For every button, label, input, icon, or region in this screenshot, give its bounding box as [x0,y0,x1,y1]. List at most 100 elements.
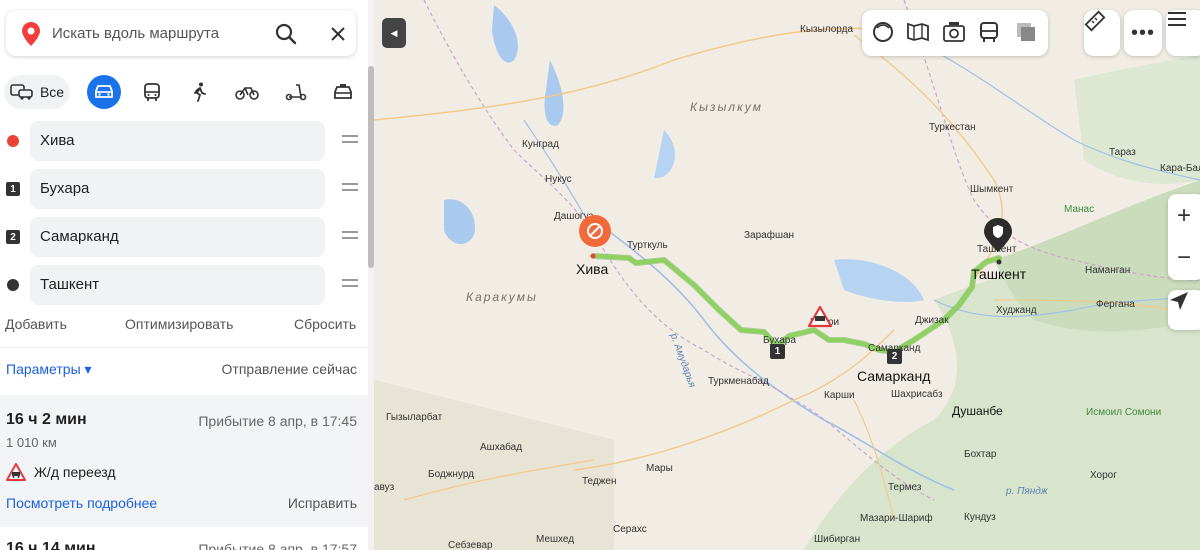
city-label: Теджен [582,476,617,487]
location-arrow-icon [1170,292,1188,310]
drag-handle-icon[interactable] [342,135,358,147]
city-label: Душанбе [952,404,1003,418]
mode-taxi-button[interactable] [326,75,360,109]
city-label: Гызыларбат [386,412,443,423]
mode-all-button[interactable]: Все [4,75,70,109]
city-label: Себзевар [448,540,493,550]
lake [444,199,475,245]
city-label: Тараз [1109,147,1136,158]
route-params-row: Параметры ▾ Отправление сейчас [0,361,368,381]
zoom-out-button[interactable]: − [1168,238,1200,278]
layer-photo-button[interactable] [942,20,968,46]
search-along-route-input[interactable] [52,18,262,48]
route-warning: Ж/д переезд [6,463,116,481]
more-options-button[interactable]: ••• [1124,10,1162,56]
car-bus-icon [10,84,33,100]
car-icon [95,85,113,98]
river [523,119,585,216]
bus-icon [980,22,998,42]
drag-handle-icon[interactable] [342,279,358,291]
city-label: Кундуз [964,512,996,523]
city-label: авуз [374,482,395,493]
route-panel: Все [0,0,368,550]
search-icon [275,23,297,45]
drag-handle-icon[interactable] [342,183,358,195]
search-button[interactable] [272,20,300,48]
mode-transit-button[interactable] [135,75,169,109]
river-label: р. Пяндж [1006,486,1048,497]
more-dots-icon: ••• [1130,21,1155,44]
optimize-button[interactable]: Оптимизировать [125,316,233,332]
city-label: Шымкент [970,184,1014,195]
route-waypoint-marker[interactable]: 2 [887,349,902,364]
city-label: Нукус [545,174,572,185]
reset-button[interactable]: Сбросить [294,316,356,332]
city-label: Кара-Балт [1160,163,1200,174]
waypoint-field-start[interactable]: Хива [30,121,325,161]
route-arrival: Прибытие 8 апр, в 17:45 [198,413,357,429]
end-dot-icon [7,279,19,291]
waypoint-number-badge: 2 [6,230,20,244]
waypoint-number-badge: 1 [6,182,20,196]
waypoint-field-2[interactable]: Самарканд [30,217,325,257]
route-start-marker[interactable] [578,214,612,248]
ruler-button[interactable] [1084,10,1120,56]
city-label: Хорог [1090,470,1117,481]
city-label: Мары [646,463,673,474]
route-duration: 16 ч 2 мин [6,411,87,428]
layer-panorama-button[interactable] [871,20,897,46]
route-details-link[interactable]: Посмотреть подробнее [6,495,157,511]
city-label: Кызылорда [800,24,854,35]
departure-time-selector[interactable]: Отправление сейчас [222,361,357,377]
my-location-button[interactable] [1168,290,1200,330]
map-book-icon [907,22,929,42]
mode-car-button[interactable] [87,75,121,109]
zoom-control: + − [1168,194,1200,280]
waypoint-row-start: Хива [0,121,368,161]
report-error-button[interactable]: Исправить [288,495,357,511]
mode-scooter-button[interactable] [279,75,313,109]
mode-bike-button[interactable] [230,75,264,109]
waypoint-field-end[interactable]: Ташкент [30,265,325,305]
city-dot [590,253,596,259]
collapse-panel-button[interactable]: ◀ [382,18,406,48]
map-view[interactable]: Кызылкум Каракумы Хива Самарканд Ташкент… [374,0,1200,550]
scooter-icon [285,84,307,101]
route-option-card[interactable]: 16 ч 2 мин Прибытие 8 апр, в 17:45 1 010… [0,395,368,527]
layer-map-button[interactable] [906,20,932,46]
route-waypoint-marker[interactable]: 1 [770,344,785,359]
city-label: Мазари-Шариф [860,513,933,524]
region-label: Каракумы [466,290,538,304]
park-label: Исмоил Сомони [1086,407,1162,418]
divider [0,347,368,348]
layer-transit-button[interactable] [977,20,1003,46]
clear-route-button[interactable] [324,20,352,48]
add-waypoint-button[interactable]: Добавить [5,316,67,332]
city-label: Термез [888,482,922,493]
close-icon [331,27,345,41]
desert-terrain [374,380,614,550]
bicycle-icon [235,87,259,100]
city-label-khiva: Хива [576,261,609,277]
ruler-icon [1084,10,1106,32]
menu-button[interactable] [1166,10,1200,56]
route-end-marker[interactable] [984,218,1012,252]
route-2-arrival: Прибытие 8 апр, в 17:57 [198,541,357,550]
railway-crossing-icon[interactable] [808,306,832,328]
city-label: Шахрисабз [891,389,943,400]
zoom-in-button[interactable]: + [1168,196,1200,236]
mode-walk-button[interactable] [183,75,217,109]
drag-handle-icon[interactable] [342,231,358,243]
railway-crossing-icon [6,463,26,481]
route-2-duration[interactable]: 16 ч 14 мин [6,540,96,550]
city-label: Фергана [1096,299,1135,310]
city-label: Бохтар [964,449,997,460]
waypoint-field-1[interactable]: Бухара [30,169,325,209]
city-label: Худжанд [996,305,1037,316]
city-label: Кунград [522,139,559,150]
city-label: Турткуль [627,240,668,251]
city-label: Ашхабад [480,442,523,453]
layer-satellite-button[interactable] [1014,20,1040,46]
parameters-dropdown[interactable]: Параметры ▾ [6,361,92,378]
lake [654,130,675,179]
